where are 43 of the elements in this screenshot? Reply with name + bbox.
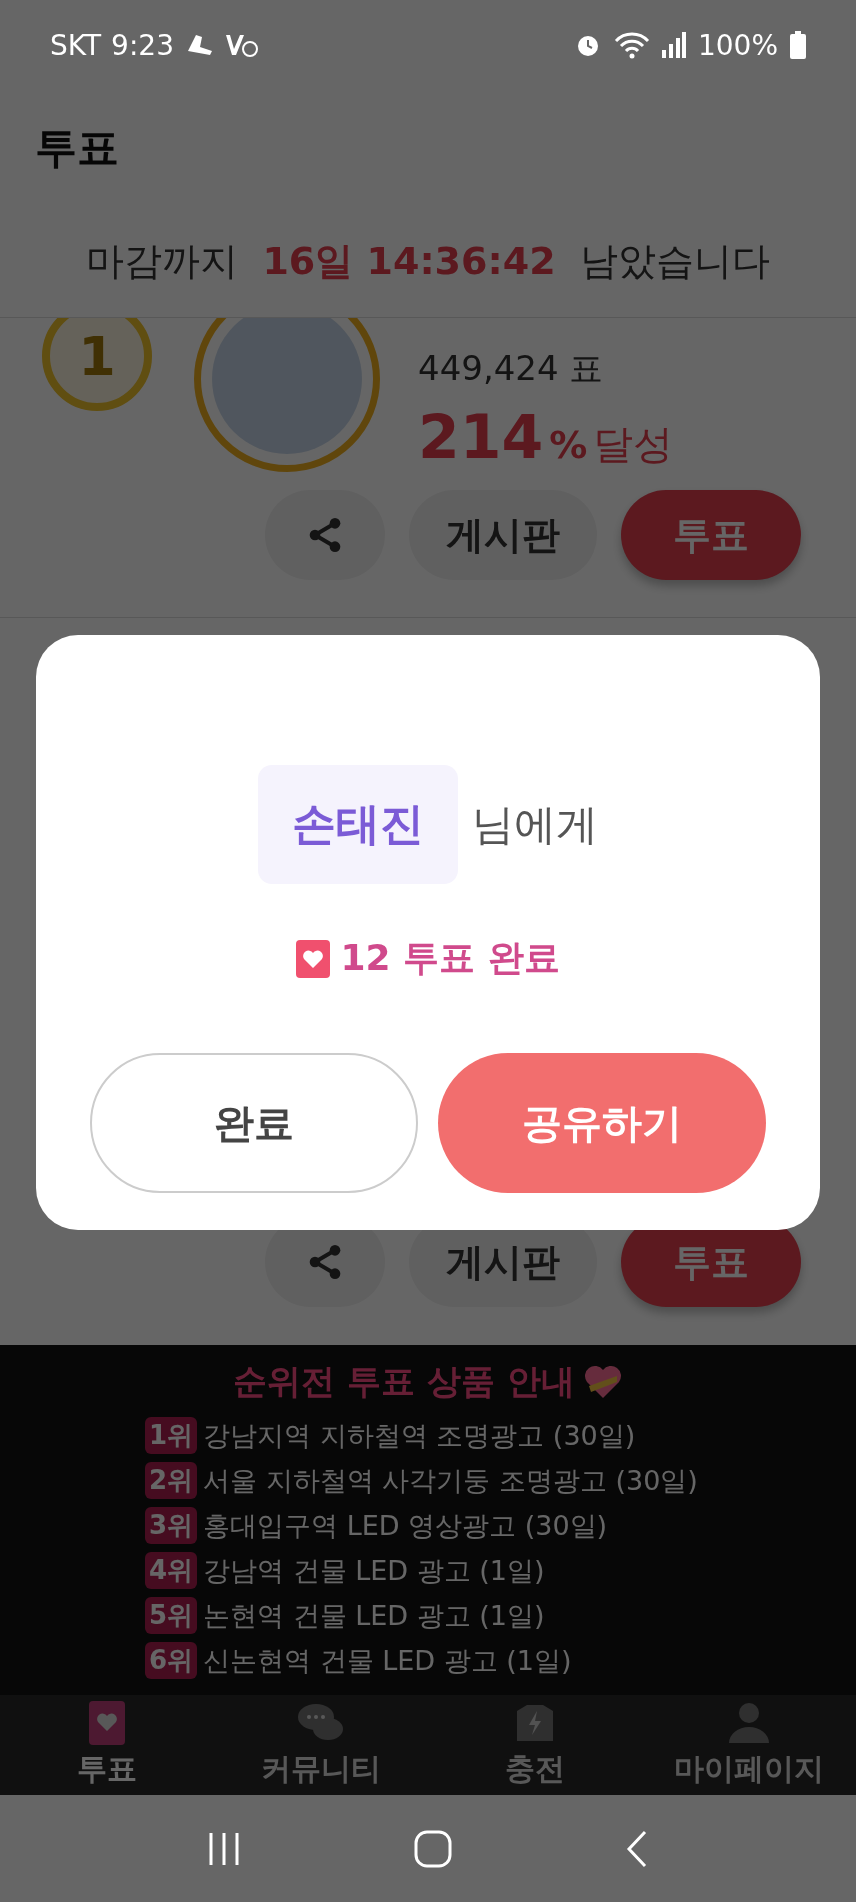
rank-badge: 1: [42, 318, 152, 411]
rank-tag: 2위: [145, 1462, 198, 1499]
share-button[interactable]: 공유하기: [438, 1053, 766, 1193]
person-icon: [727, 1700, 771, 1745]
banner-title: 순위전 투표 상품 안내: [233, 1360, 575, 1403]
carrier-label: SKT: [50, 28, 102, 62]
prize-text: 논현역 건물 LED 광고 (1일): [203, 1598, 545, 1633]
board-button[interactable]: 게시판: [409, 490, 597, 580]
heart-card-icon: [89, 1700, 125, 1745]
vote-button[interactable]: 투표: [621, 490, 801, 580]
recipient-name: 손태진: [258, 765, 458, 884]
nav-tab[interactable]: 충전: [428, 1695, 642, 1795]
recipient-suffix: 님에게: [472, 798, 598, 851]
nav-tab[interactable]: 마이페이지: [642, 1695, 856, 1795]
nav-tab[interactable]: 커뮤니티: [214, 1695, 428, 1795]
wifi-icon: [613, 31, 650, 59]
vote-count: 449,424 표: [418, 347, 605, 390]
rank-tag: 5위: [145, 1597, 198, 1634]
heart-ribbon-icon: [582, 1364, 623, 1400]
prize-text: 홍대입구역 LED 영상광고 (30일): [203, 1508, 608, 1543]
battery-percent: 100%: [697, 28, 778, 62]
done-button[interactable]: 완료: [90, 1053, 418, 1193]
nav-tab[interactable]: 투표: [0, 1695, 214, 1795]
countdown-suffix: 남았습니다: [579, 237, 770, 285]
signal-icon: [661, 32, 686, 58]
countdown-time: 16일 14:36:42: [262, 237, 556, 285]
prize-text: 서울 지하철역 사각기둥 조명광고 (30일): [203, 1463, 698, 1498]
rank-tag: 6위: [145, 1642, 198, 1679]
prize-text: 강남역 건물 LED 광고 (1일): [203, 1553, 545, 1588]
percent-unit: %: [549, 423, 588, 467]
rank-tag: 4위: [145, 1552, 198, 1589]
vote-result: 12 투표 완료: [340, 936, 560, 980]
clock: 9:23: [111, 28, 174, 62]
battery-icon: [790, 31, 806, 59]
countdown-prefix: 마감까지: [86, 237, 239, 285]
page-title: 투표: [35, 121, 119, 174]
percent-value: 214: [418, 402, 544, 472]
achieved-label: 달성: [593, 420, 674, 469]
home-icon[interactable]: [414, 1829, 452, 1868]
rank-tag: 3위: [145, 1507, 198, 1544]
prize-text: 신논현역 건물 LED 광고 (1일): [203, 1643, 572, 1678]
prize-text: 강남지역 지하철역 조명광고 (30일): [203, 1418, 636, 1453]
rank-tag: 1위: [145, 1417, 198, 1454]
